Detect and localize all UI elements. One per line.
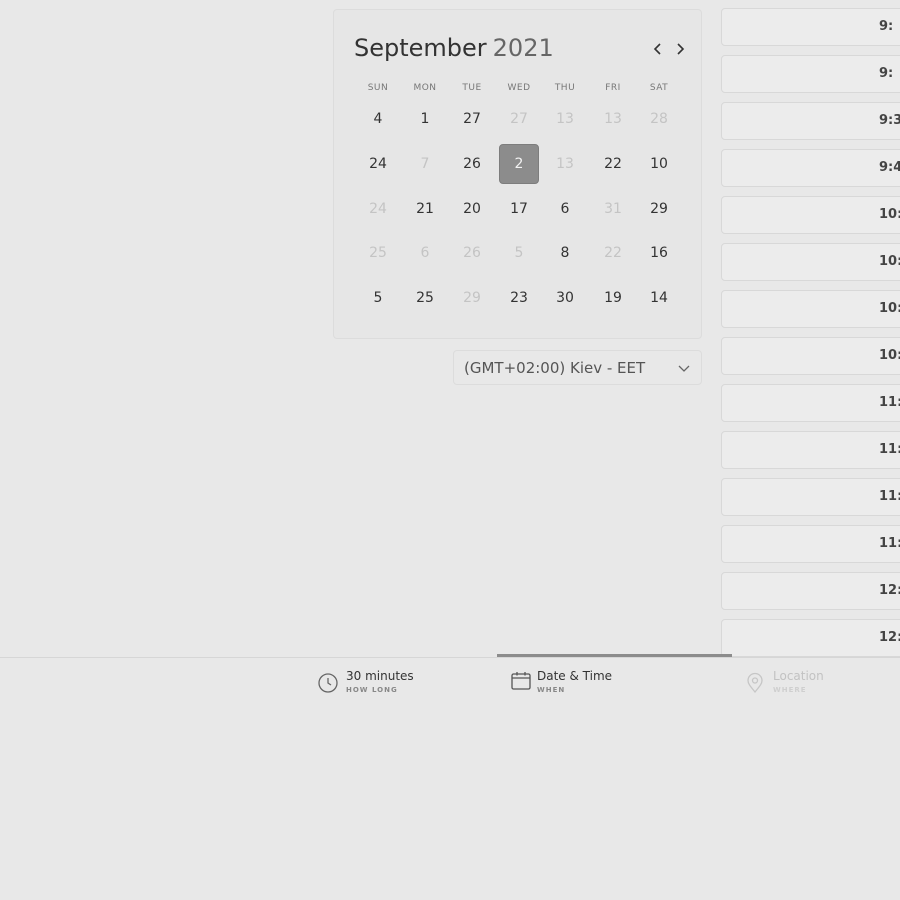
timezone-value: (GMT+02:00) Kiev - EET	[464, 358, 646, 377]
weekday-label: SAT	[649, 83, 669, 93]
weekday-label: WED	[507, 83, 531, 93]
calendar-day: 29	[463, 290, 481, 306]
calendar-day[interactable]: 25	[405, 278, 445, 318]
calendar-month: September	[354, 34, 487, 62]
next-month-button[interactable]	[671, 40, 689, 58]
calendar-day[interactable]: 29	[639, 189, 679, 229]
time-slot-button[interactable]: 11:	[721, 478, 900, 516]
calendar-day[interactable]: 17	[499, 189, 539, 229]
calendar-day[interactable]: 20	[452, 189, 492, 229]
chevron-left-icon	[653, 43, 661, 55]
weekday-label: FRI	[605, 83, 621, 93]
time-slot-label: 10:	[879, 207, 900, 222]
weekday-label: TUE	[462, 83, 482, 93]
calendar-day: 25	[369, 245, 387, 261]
time-slot-label: 9:	[879, 19, 894, 34]
time-slot-button[interactable]: 10:	[721, 337, 900, 375]
time-slot-button[interactable]: 9:4	[721, 149, 900, 187]
time-slot-button[interactable]: 10:	[721, 290, 900, 328]
step-duration[interactable]: 30 minutes HOW LONG	[317, 666, 414, 706]
calendar-day: 31	[604, 201, 622, 217]
weekday-label: THU	[554, 83, 576, 93]
chevron-right-icon	[677, 43, 685, 55]
time-slot-label: 10:	[879, 301, 900, 316]
calendar-day[interactable]: 6	[545, 189, 585, 229]
step-date-time-sub: WHEN	[537, 686, 566, 694]
calendar: September 2021 SUN MON TUE WED THU FRI SAT 4 1 27…	[333, 9, 702, 339]
step-date-time[interactable]: Date & Time WHEN	[510, 666, 612, 706]
step-date-time-label: Date & Time	[537, 669, 613, 683]
calendar-day[interactable]: 8	[545, 233, 585, 273]
calendar-day[interactable]: 5	[358, 278, 398, 318]
time-slot-button[interactable]: 10:	[721, 243, 900, 281]
step-duration-label: 30 minutes	[346, 669, 414, 683]
calendar-day: 7	[420, 156, 430, 172]
time-slot-label: 9:	[879, 66, 894, 81]
time-slot-label: 11:	[879, 442, 900, 457]
calendar-day-selected[interactable]: 2	[499, 144, 539, 184]
weekday-label: SUN	[367, 83, 389, 93]
chevron-down-icon	[678, 365, 690, 372]
calendar-day: 28	[650, 111, 668, 127]
step-bar-divider	[0, 657, 900, 658]
calendar-day[interactable]: 10	[639, 144, 679, 184]
time-slot-label: 11:	[879, 489, 900, 504]
timezone-select[interactable]: (GMT+02:00) Kiev - EET	[453, 350, 702, 385]
time-slot-label: 9:4	[879, 160, 900, 175]
calendar-day: 24	[369, 201, 387, 217]
time-slot-button[interactable]: 12:	[721, 619, 900, 657]
time-slot-label: 9:3	[879, 113, 900, 128]
time-slot-button[interactable]: 11:	[721, 525, 900, 563]
time-slot-label: 11:	[879, 536, 900, 551]
time-slot-button[interactable]: 9:3	[721, 102, 900, 140]
time-slot-label: 12:	[879, 630, 900, 645]
calendar-day[interactable]: 26	[452, 144, 492, 184]
calendar-day: 27	[510, 111, 528, 127]
calendar-day: 13	[604, 111, 622, 127]
calendar-title: September 2021	[354, 34, 554, 62]
calendar-day[interactable]: 23	[499, 278, 539, 318]
calendar-day: 13	[556, 156, 574, 172]
calendar-day[interactable]: 16	[639, 233, 679, 273]
calendar-day[interactable]: 22	[593, 144, 633, 184]
calendar-day[interactable]: 1	[405, 99, 445, 139]
time-slot-label: 11:	[879, 395, 900, 410]
time-slot-label: 10:	[879, 254, 900, 269]
calendar-day: 5	[514, 245, 524, 261]
calendar-day[interactable]: 4	[358, 99, 398, 139]
calendar-icon	[511, 672, 531, 690]
calendar-day[interactable]: 27	[452, 99, 492, 139]
calendar-day[interactable]: 14	[639, 278, 679, 318]
calendar-day[interactable]: 21	[405, 189, 445, 229]
time-slot-button[interactable]: 9:	[721, 55, 900, 93]
calendar-day[interactable]: 24	[358, 144, 398, 184]
step-duration-sub: HOW LONG	[346, 686, 398, 694]
step-location-label: Location	[773, 669, 824, 683]
time-slot-button[interactable]: 11:	[721, 431, 900, 469]
calendar-day: 13	[556, 111, 574, 127]
calendar-day: 26	[463, 245, 481, 261]
active-step-indicator	[497, 654, 732, 657]
step-location-sub: WHERE	[773, 686, 807, 694]
calendar-day: 6	[420, 245, 430, 261]
location-pin-icon	[747, 672, 763, 694]
time-slot-label: 12:	[879, 583, 900, 598]
calendar-day[interactable]: 19	[593, 278, 633, 318]
time-slot-button[interactable]: 11:	[721, 384, 900, 422]
calendar-day[interactable]: 30	[545, 278, 585, 318]
time-slot-button[interactable]: 10:	[721, 196, 900, 234]
time-slot-label: 10:	[879, 348, 900, 363]
weekday-header: SUN MON TUE WED THU FRI SAT	[354, 83, 684, 97]
clock-icon	[318, 673, 338, 693]
weekday-label: MON	[413, 83, 437, 93]
calendar-year: 2021	[492, 34, 554, 62]
time-slot-button[interactable]: 9:	[721, 8, 900, 46]
step-location[interactable]: Location WHERE	[744, 666, 824, 706]
time-slot-button[interactable]: 12:	[721, 572, 900, 610]
previous-month-button[interactable]	[649, 40, 667, 58]
calendar-day: 22	[604, 245, 622, 261]
